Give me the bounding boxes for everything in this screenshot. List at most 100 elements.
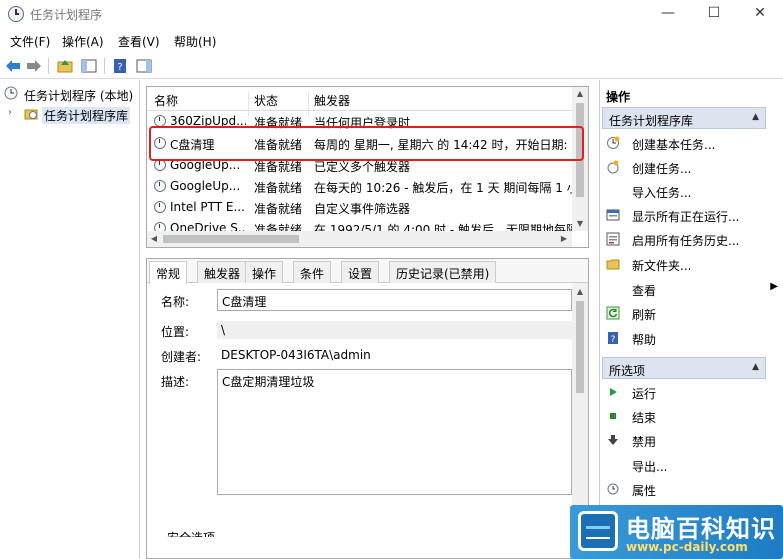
tab-settings[interactable]: 设置: [341, 261, 380, 283]
menu-file[interactable]: 文件(F): [10, 33, 50, 50]
menu-view[interactable]: 查看(V): [118, 33, 160, 50]
action-pane: 操作 任务计划程序库 ▲ 创建基本任务... 创建任务... 导入任务... 显…: [599, 80, 783, 559]
security-options-label: 安全选项: [167, 529, 215, 537]
task-status: 准备就绪: [254, 223, 303, 231]
watermark-url: www.pc-daily.com: [626, 540, 748, 554]
column-header-status[interactable]: 状态: [254, 92, 278, 109]
tree-item-library[interactable]: › 任务计划程序库: [0, 104, 140, 124]
up-folder-icon[interactable]: [56, 57, 74, 75]
action-import-task[interactable]: 导入任务...: [604, 180, 764, 202]
collapse-arrow-icon[interactable]: ▲: [752, 112, 759, 122]
task-name: Intel PTT E...: [170, 200, 245, 214]
title-bar: 任务计划程序 — ☐ ✕: [0, 0, 783, 28]
clock-icon: [4, 86, 18, 100]
name-field[interactable]: C盘清理: [217, 289, 572, 311]
tree-item-local[interactable]: 任务计划程序 (本地): [0, 84, 140, 104]
collapse-arrow-icon[interactable]: ▲: [752, 362, 759, 372]
menu-bar: 文件(F) 操作(A) 查看(V) 帮助(H): [0, 30, 783, 52]
watermark-title: 电脑百科知识: [626, 515, 776, 543]
section-title: 任务计划程序库: [609, 114, 694, 128]
section-selected-item[interactable]: 所选项 ▲: [602, 357, 766, 379]
column-header-trigger[interactable]: 触发器: [314, 92, 350, 109]
action-label: 结束: [632, 411, 657, 425]
task-clock-icon: [154, 180, 166, 192]
scroll-up-arrow-icon[interactable]: ▲: [572, 89, 588, 98]
tab-actions[interactable]: 操作: [245, 261, 284, 283]
column-header-name[interactable]: 名称: [154, 92, 178, 109]
description-field[interactable]: C盘定期清理垃圾: [217, 369, 572, 495]
action-create-basic-task[interactable]: 创建基本任务...: [604, 132, 764, 154]
show-hide-console-tree-icon[interactable]: [80, 57, 98, 75]
console-tree: 任务计划程序 (本地) › 任务计划程序库: [0, 80, 140, 559]
detail-tabs: 常规 触发器 操作 条件 设置 历史记录(已禁用): [147, 259, 588, 284]
toolbar-separator: [48, 58, 49, 74]
location-label: 位置:: [161, 325, 190, 339]
author-field: DESKTOP-043I6TA\admin: [217, 346, 572, 364]
action-enable-history[interactable]: 启用所有任务历史...: [604, 228, 764, 250]
action-end[interactable]: 结束: [604, 405, 764, 427]
author-label: 创建者:: [161, 350, 202, 364]
scroll-right-arrow-icon[interactable]: ▶: [559, 234, 569, 243]
action-help[interactable]: ? 帮助: [604, 327, 764, 349]
action-export[interactable]: 导出...: [604, 454, 764, 476]
scroll-down-arrow-icon[interactable]: ▼: [572, 219, 588, 228]
back-arrow-icon[interactable]: [4, 57, 22, 75]
action-create-task[interactable]: 创建任务...: [604, 156, 764, 178]
action-label: 新文件夹...: [632, 259, 692, 273]
show-hide-action-pane-icon[interactable]: [135, 57, 153, 75]
scroll-thumb[interactable]: [163, 235, 299, 243]
task-trigger: 在每天的 10:26 - 触发后，在 1 天 期间每隔 1 小: [314, 181, 576, 195]
table-row[interactable]: GoogleUp... 准备就绪 在每天的 10:26 - 触发后，在 1 天 …: [147, 176, 588, 197]
tree-label-local: 任务计划程序 (本地): [24, 89, 134, 103]
folder-clock-icon: [24, 109, 38, 120]
action-run[interactable]: 运行: [604, 381, 764, 403]
task-name: OneDrive S...: [170, 221, 246, 231]
enable-history-icon: [606, 232, 620, 246]
action-label: 帮助: [632, 333, 657, 347]
action-label: 创建基本任务...: [632, 138, 716, 152]
task-scheduler-clock-icon: [8, 6, 24, 22]
create-task-icon: [607, 160, 619, 174]
task-trigger: 在 1992/5/1 的 4:00 时 - 触发后，无限期地每隔: [314, 223, 576, 231]
action-disable[interactable]: 禁用: [604, 429, 764, 451]
scroll-thumb[interactable]: [576, 301, 584, 393]
toolbar-separator: [104, 58, 105, 74]
table-row[interactable]: Intel PTT E... 准备就绪 自定义事件筛选器: [147, 197, 588, 218]
action-refresh[interactable]: 刷新: [604, 302, 764, 324]
action-label: 导入任务...: [632, 186, 692, 200]
watermark-banner: 电脑百科知识 www.pc-daily.com: [570, 505, 783, 559]
section-task-library[interactable]: 任务计划程序库 ▲: [602, 107, 766, 129]
action-properties[interactable]: 属性: [604, 478, 764, 500]
scroll-up-arrow-icon[interactable]: ▲: [572, 287, 588, 296]
end-icon: [610, 413, 616, 419]
action-view[interactable]: 查看 ▶: [604, 278, 778, 300]
tab-conditions[interactable]: 条件: [293, 261, 332, 283]
action-label: 禁用: [632, 435, 657, 449]
action-label: 属性: [632, 484, 657, 498]
maximize-button[interactable]: ☐: [691, 0, 737, 28]
scroll-left-arrow-icon[interactable]: ◀: [149, 234, 159, 243]
help-book-icon[interactable]: ?: [111, 57, 129, 75]
table-row[interactable]: OneDrive S... 准备就绪 在 1992/5/1 的 4:00 时 -…: [147, 218, 588, 231]
action-pane-header: 操作: [606, 90, 631, 104]
forward-arrow-icon[interactable]: [25, 57, 43, 75]
toolbar: ?: [0, 53, 783, 79]
tab-general[interactable]: 常规: [149, 261, 188, 284]
close-button[interactable]: ✕: [737, 0, 783, 28]
menu-action[interactable]: 操作(A): [62, 33, 104, 50]
help-icon: ?: [608, 332, 618, 345]
menu-help[interactable]: 帮助(H): [174, 33, 216, 50]
task-detail-panel: 常规 触发器 操作 条件 设置 历史记录(已禁用) 名称: C盘清理 位置: \…: [146, 258, 589, 559]
disable-icon: [608, 435, 618, 445]
location-field: \: [217, 321, 572, 339]
tab-triggers[interactable]: 触发器: [197, 261, 248, 283]
action-show-running[interactable]: 显示所有正在运行...: [604, 204, 764, 226]
task-status: 准备就绪: [254, 181, 303, 195]
task-list-horizontal-scrollbar[interactable]: ◀ ▶: [147, 231, 572, 247]
minimize-button[interactable]: —: [645, 0, 691, 28]
chevron-right-icon[interactable]: ›: [8, 107, 12, 118]
run-icon: [610, 388, 617, 396]
tab-history[interactable]: 历史记录(已禁用): [389, 261, 497, 283]
action-new-folder[interactable]: 新文件夹...: [604, 253, 764, 275]
folder-icon: [606, 259, 620, 270]
